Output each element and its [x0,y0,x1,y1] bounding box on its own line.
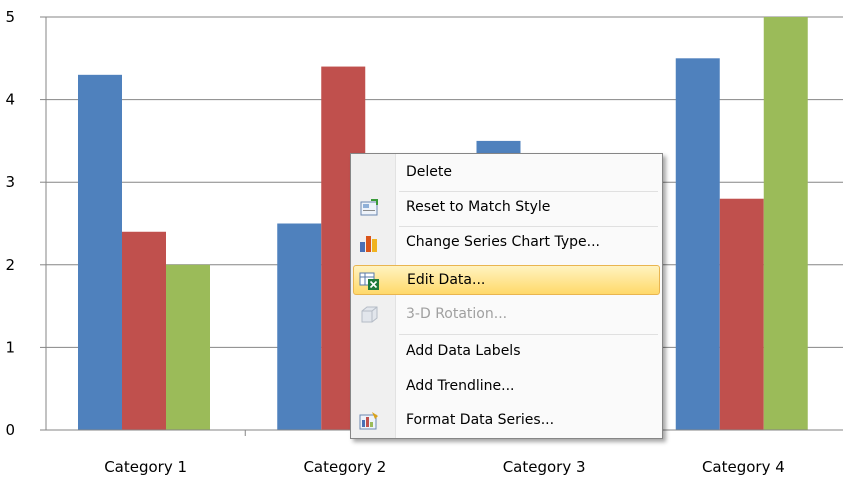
menu-item-label: Reset to Match Style [406,199,551,215]
menu-item-reset-to-match-style[interactable]: Reset to Match Style [353,193,660,223]
menu-item-add-trendline[interactable]: Add Trendline... [353,372,660,402]
x-tick-label: Category 2 [303,458,386,476]
bar[interactable] [719,198,764,430]
bar[interactable] [166,264,210,430]
y-tick-label: 1 [5,338,15,356]
y-tick-label: 2 [5,256,15,274]
x-tick-label: Category 4 [702,458,785,476]
bar[interactable] [122,231,166,430]
chart-type-icon [357,232,381,254]
3d-rotation-icon [357,304,381,326]
reset-style-icon [357,197,381,219]
menu-item-edit-data[interactable]: Edit Data... [353,265,660,295]
x-tick-label: Category 3 [503,458,586,476]
menu-item-label: Format Data Series... [406,412,555,428]
y-tick-label: 4 [5,91,15,109]
menu-item-delete[interactable]: Delete [353,158,660,188]
menu-item-3d-rotation[interactable]: 3-D Rotation... [353,300,660,330]
menu-item-change-series-chart-type[interactable]: Change Series Chart Type... [353,228,660,258]
menu-separator [399,191,658,192]
menu-item-label: Add Trendline... [406,378,515,394]
x-tick-label: Category 1 [104,458,187,476]
edit-data-icon [358,270,382,292]
menu-separator [399,226,658,227]
menu-item-label: Edit Data... [407,272,486,288]
menu-item-add-data-labels[interactable]: Add Data Labels [353,337,660,367]
bar[interactable] [277,223,322,431]
y-tick-label: 0 [5,421,15,439]
menu-item-label: Change Series Chart Type... [406,234,600,250]
menu-separator [399,334,658,335]
menu-item-format-data-series[interactable]: Format Data Series... [353,406,660,436]
bar[interactable] [78,74,122,430]
y-tick-label: 5 [5,8,15,26]
menu-item-label: Add Data Labels [406,343,521,359]
bar[interactable] [675,58,720,431]
menu-item-label: Delete [406,164,452,180]
menu-item-label: 3-D Rotation... [406,306,508,322]
context-menu: Delete Reset to Match Style Change Serie… [350,153,663,439]
format-series-icon [357,410,381,432]
bar[interactable] [763,17,808,430]
y-tick-label: 3 [5,173,15,191]
